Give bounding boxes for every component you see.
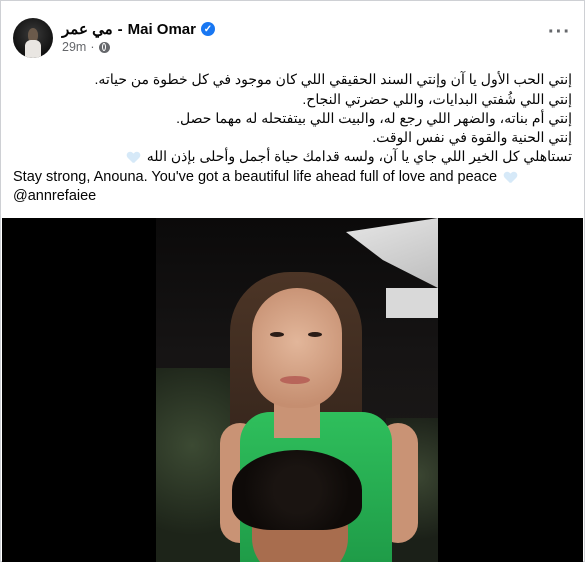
verified-badge-icon: ✓ bbox=[200, 22, 215, 36]
photo-man-hair bbox=[232, 450, 362, 530]
author-name-english[interactable]: Mai Omar bbox=[128, 21, 196, 38]
photo-image bbox=[156, 218, 438, 562]
photo-eye-right bbox=[308, 332, 322, 337]
heart-emoji-icon bbox=[127, 152, 140, 163]
author-name-separator: - bbox=[117, 20, 123, 38]
photo-eye-left bbox=[270, 332, 284, 337]
photo-canopy-lower bbox=[386, 288, 438, 318]
avatar-figure-body bbox=[25, 40, 41, 58]
post-timestamp[interactable]: 29m bbox=[62, 40, 86, 54]
post-text-line-with-heart: تستاهلي كل الخير اللي جاي يا آن، ولسه قد… bbox=[124, 147, 572, 166]
post-text-line: إنتي أم بناته، والضهر اللي رجع له، والبي… bbox=[176, 110, 572, 126]
globe-icon[interactable] bbox=[98, 41, 110, 53]
post-photo[interactable] bbox=[2, 218, 583, 562]
post-text-line: إنتي الحنية والقوة في نفس الوقت. bbox=[372, 129, 572, 145]
post-text-english: Stay strong, Anouna. You've got a beauti… bbox=[13, 169, 498, 185]
mention-link[interactable]: @annrefaiee bbox=[13, 187, 96, 206]
post-meta: 29m · bbox=[62, 40, 110, 54]
photo-canopy bbox=[346, 218, 438, 288]
more-options-button[interactable]: ··· bbox=[548, 21, 571, 44]
author-name-arabic[interactable]: مي عمر bbox=[62, 20, 113, 38]
heart-emoji-icon bbox=[504, 172, 517, 183]
post-text-english-line: Stay strong, Anouna. You've got a beauti… bbox=[13, 168, 520, 187]
photo-lips bbox=[280, 376, 310, 384]
post-text-line: إنتي الحب الأول يا آن وإنتي السند الحقيق… bbox=[94, 71, 572, 87]
author-avatar[interactable] bbox=[13, 18, 53, 58]
post-text-line: تستاهلي كل الخير اللي جاي يا آن، ولسه قد… bbox=[146, 148, 572, 164]
photo-woman-face bbox=[252, 288, 342, 408]
meta-dot: · bbox=[90, 40, 95, 54]
post-text-line: إنتي اللي شُفتي البدايات، واللي حضرتي ال… bbox=[302, 91, 572, 107]
author-name-row: مي عمر - Mai Omar ✓ bbox=[62, 19, 215, 39]
